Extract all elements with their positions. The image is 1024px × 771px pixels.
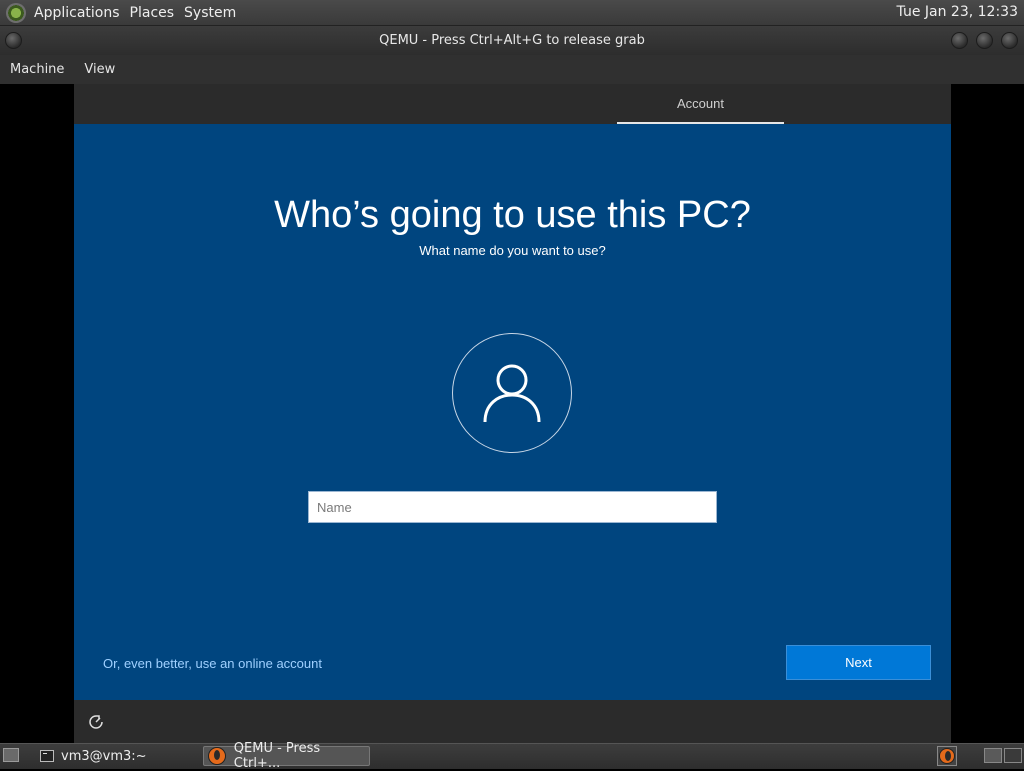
oobe-account-page: Who’s going to use this PC? What name do…	[74, 124, 951, 700]
view-menu[interactable]: View	[84, 62, 115, 77]
clock[interactable]: Tue Jan 23, 12:33	[897, 4, 1018, 20]
window-menubar: Machine View	[0, 55, 1024, 84]
window-titlebar[interactable]: QEMU - Press Ctrl+Alt+G to release grab	[0, 26, 1024, 55]
oobe-header: Account	[74, 84, 951, 124]
tray-qemu-icon[interactable]	[937, 746, 957, 766]
task-label: vm3@vm3:~	[61, 748, 147, 764]
terminal-icon	[40, 750, 54, 762]
gnome-foot-icon[interactable]	[6, 2, 26, 23]
window-title: QEMU - Press Ctrl+Alt+G to release grab	[379, 33, 645, 48]
system-menu[interactable]: System	[184, 5, 236, 21]
name-input[interactable]	[308, 491, 717, 523]
window-menu-icon[interactable]	[5, 32, 22, 49]
qemu-icon	[208, 747, 226, 765]
machine-menu[interactable]: Machine	[10, 62, 64, 77]
applications-menu[interactable]: Applications	[34, 5, 120, 21]
qemu-icon	[939, 748, 955, 764]
avatar	[452, 333, 572, 453]
task-qemu[interactable]: QEMU - Press Ctrl+...	[203, 741, 370, 771]
workspace-1[interactable]	[984, 748, 1002, 763]
tab-account: Account	[617, 84, 784, 124]
maximize-icon[interactable]	[976, 32, 993, 49]
workspace-2[interactable]	[1004, 748, 1022, 763]
online-account-link[interactable]: Or, even better, use an online account	[103, 656, 322, 671]
close-icon[interactable]	[1001, 32, 1018, 49]
minimize-icon[interactable]	[951, 32, 968, 49]
page-subtitle: What name do you want to use?	[419, 243, 606, 258]
show-desktop-icon[interactable]	[3, 748, 19, 762]
page-title: Who’s going to use this PC?	[274, 194, 751, 236]
task-terminal[interactable]: vm3@vm3:~	[36, 746, 196, 766]
ease-of-access-icon[interactable]	[88, 714, 104, 730]
top-panel: Applications Places System Tue Jan 23, 1…	[0, 0, 1024, 26]
user-icon	[483, 364, 541, 423]
task-label: QEMU - Press Ctrl+...	[233, 741, 321, 771]
oobe-footer	[74, 700, 951, 743]
bottom-taskbar: vm3@vm3:~ QEMU - Press Ctrl+...	[0, 741, 1024, 771]
next-button[interactable]: Next	[786, 645, 931, 680]
places-menu[interactable]: Places	[130, 5, 175, 21]
